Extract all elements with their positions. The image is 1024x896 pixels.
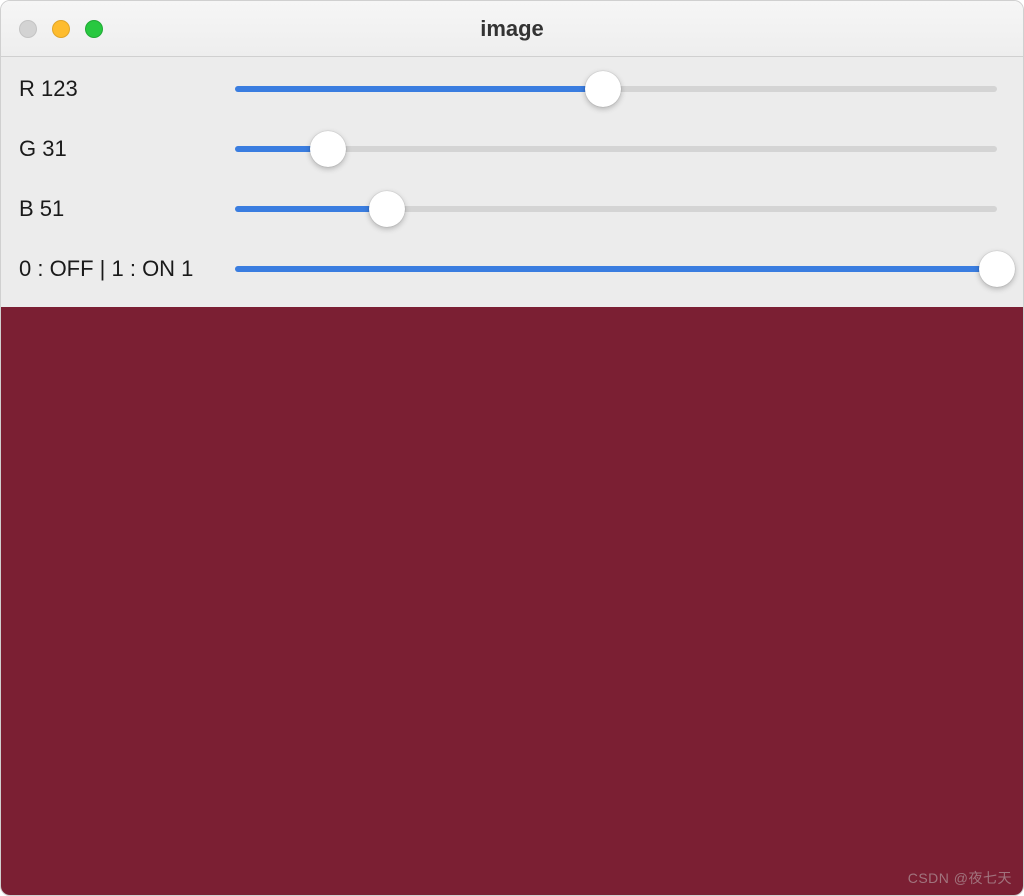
image-display	[1, 307, 1023, 895]
traffic-lights	[19, 20, 103, 38]
slider-label-b: B 51	[19, 196, 219, 222]
slider-row-toggle: 0 : OFF | 1 : ON 1	[19, 251, 1005, 287]
slider-thumb[interactable]	[369, 191, 405, 227]
slider-track-fill	[235, 266, 997, 272]
slider-label-r: R 123	[19, 76, 219, 102]
slider-thumb[interactable]	[310, 131, 346, 167]
slider-row-b: B 51	[19, 191, 1005, 227]
slider-label-toggle: 0 : OFF | 1 : ON 1	[19, 256, 219, 282]
close-button[interactable]	[19, 20, 37, 38]
slider-thumb[interactable]	[585, 71, 621, 107]
slider-track-fill	[235, 86, 603, 92]
watermark: CSDN @夜七天	[908, 868, 1012, 888]
controls-area: R 123 G 31 B 51	[1, 57, 1023, 307]
minimize-button[interactable]	[52, 20, 70, 38]
slider-thumb[interactable]	[979, 251, 1015, 287]
window: image R 123 G 31 B 51	[0, 0, 1024, 896]
slider-toggle[interactable]	[235, 251, 997, 287]
slider-track-bg	[235, 146, 997, 152]
slider-r[interactable]	[235, 71, 997, 107]
slider-track-fill	[235, 206, 387, 212]
slider-label-g: G 31	[19, 136, 219, 162]
slider-g[interactable]	[235, 131, 997, 167]
slider-row-g: G 31	[19, 131, 1005, 167]
window-title: image	[1, 16, 1023, 42]
slider-b[interactable]	[235, 191, 997, 227]
slider-row-r: R 123	[19, 71, 1005, 107]
titlebar: image	[1, 1, 1023, 57]
maximize-button[interactable]	[85, 20, 103, 38]
